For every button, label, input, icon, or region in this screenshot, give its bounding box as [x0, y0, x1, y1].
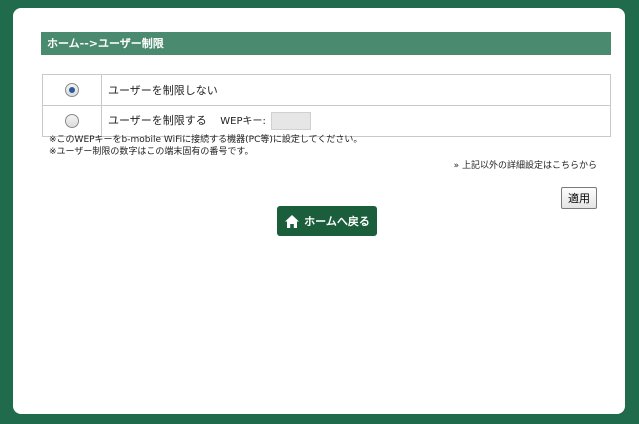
main-panel: ホーム-->ユーザー制限 ユーザーを制限しない ユーザーを制限する WEPキー:…: [13, 8, 625, 414]
option-row-no-restriction[interactable]: ユーザーを制限しない: [42, 74, 611, 106]
home-icon: [284, 214, 300, 229]
detail-settings-link[interactable]: » 上記以外の詳細設定はこちらから: [454, 158, 597, 171]
note-line: ※ユーザー制限の数字はこの端末固有の番号です。: [49, 147, 254, 157]
user-restriction-options: ユーザーを制限しない ユーザーを制限する WEPキー:: [42, 74, 611, 137]
option-row-restrict[interactable]: ユーザーを制限する WEPキー:: [42, 105, 611, 137]
option-label-restrict: ユーザーを制限する: [108, 114, 207, 127]
wep-key-label: WEPキー:: [220, 116, 266, 127]
radio-restrict[interactable]: [65, 114, 79, 128]
apply-button[interactable]: 適用: [561, 187, 597, 209]
page-title: ホーム-->ユーザー制限: [41, 32, 611, 55]
radio-no-restriction[interactable]: [65, 83, 79, 97]
notes: ※このWEPキーをb-mobile WiFiに接続する機器(PC等)に設定してく…: [49, 134, 362, 158]
wep-key-field[interactable]: [271, 112, 312, 130]
home-button-label: ホームへ戻る: [304, 215, 370, 228]
home-button[interactable]: ホームへ戻る: [277, 206, 377, 236]
note-line: ※このWEPキーをb-mobile WiFiに接続する機器(PC等)に設定してく…: [49, 135, 363, 145]
option-label-no-restriction: ユーザーを制限しない: [108, 84, 218, 97]
